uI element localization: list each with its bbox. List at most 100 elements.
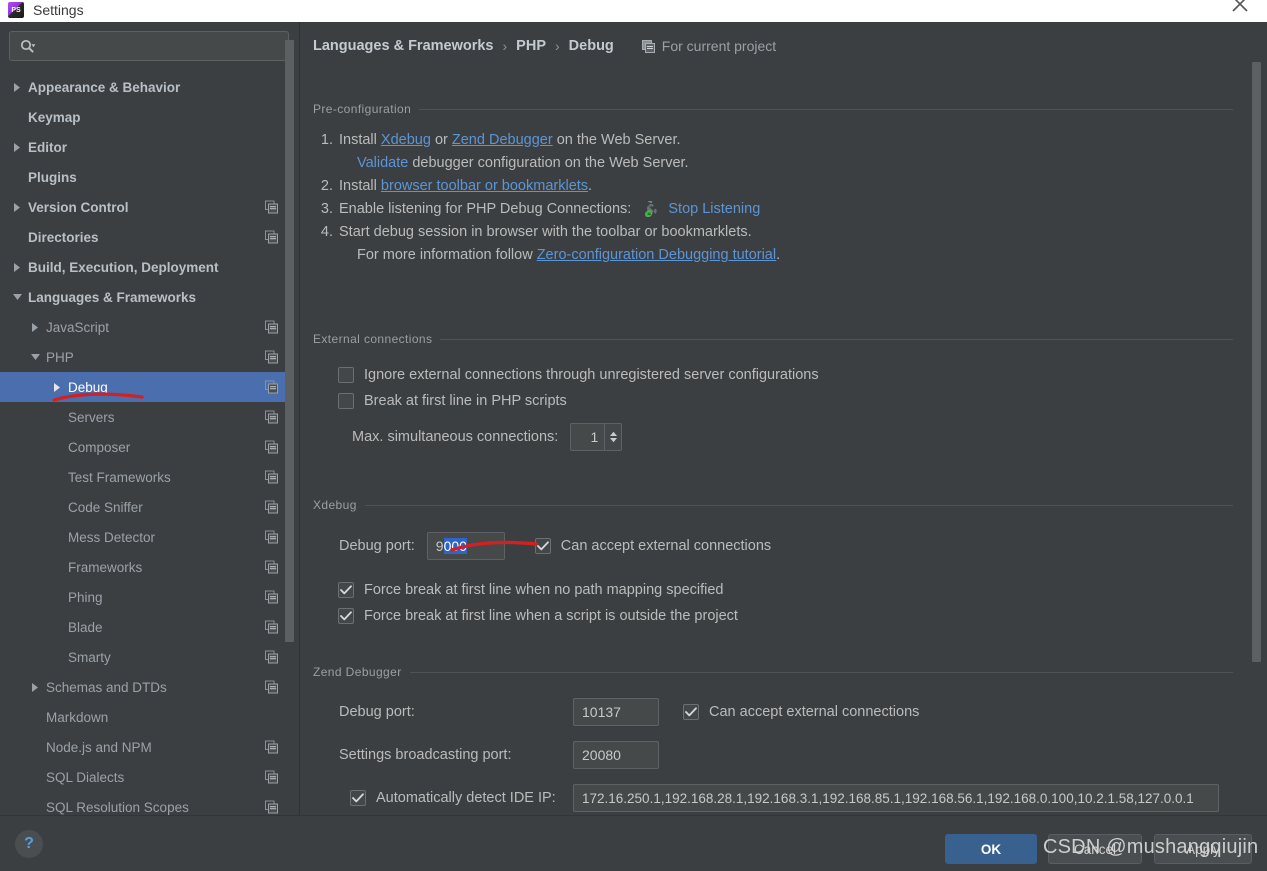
zend-ide-ip-input[interactable]: 172.16.250.1,192.168.28.1,192.168.3.1,19… [573, 784, 1219, 812]
sidebar-item-directories[interactable]: Directories [0, 222, 288, 252]
zend-port-input[interactable]: 10137 [573, 698, 659, 726]
xdebug-link[interactable]: Xdebug [381, 132, 431, 148]
copy-icon [265, 770, 278, 784]
settings-tree[interactable]: Appearance & Behavior Keymap Editor Plugins… [0, 72, 288, 815]
sidebar-scrollbar-thumb[interactable] [285, 40, 294, 642]
stepper-buttons[interactable] [604, 423, 623, 451]
ignore-external-connections-checkbox[interactable] [338, 367, 354, 383]
xdebug-force-nopath-checkbox[interactable] [338, 582, 354, 598]
step2-install-text: Install [339, 178, 377, 194]
sidebar-item-test-frameworks[interactable]: Test Frameworks [0, 462, 288, 492]
zend-debugger-link[interactable]: Zend Debugger [452, 132, 553, 148]
zend-autodetect-checkbox[interactable] [350, 790, 366, 806]
settings-window: PS Settings Appearance & Behavior Keymap… [0, 0, 1267, 871]
main-scrollbar-thumb[interactable] [1252, 62, 1261, 662]
chevron-right-icon[interactable] [10, 140, 24, 154]
sidebar-item-version-control[interactable]: Version Control [0, 192, 288, 222]
sidebar-item-label: Plugins [28, 169, 77, 185]
breadcrumb-segment-2[interactable]: Debug [569, 38, 614, 54]
xdebug-force-outside-row[interactable]: Force break at first line when a script … [338, 608, 1233, 624]
project-scope: For current project [641, 38, 776, 54]
sidebar-item-composer[interactable]: Composer [0, 432, 288, 462]
validate-link[interactable]: Validate [357, 155, 408, 171]
xdebug-force-outside-label: Force break at first line when a script … [364, 608, 738, 624]
sidebar-item-build-execution-deployment[interactable]: Build, Execution, Deployment [0, 252, 288, 282]
sidebar-item-markdown[interactable]: Markdown [0, 702, 288, 732]
sidebar-item-label: Schemas and DTDs [46, 679, 167, 695]
sidebar-item-plugins[interactable]: Plugins [0, 162, 288, 192]
sidebar-item-label: Frameworks [68, 559, 143, 575]
stop-listening-link[interactable]: Stop Listening [668, 201, 760, 217]
sidebar-item-appearance-behavior[interactable]: Appearance & Behavior [0, 72, 288, 102]
sidebar-item-sql-dialects[interactable]: SQL Dialects [0, 762, 288, 792]
search-area [0, 22, 299, 61]
chevron-down-icon[interactable] [10, 290, 24, 304]
sidebar-item-label: Mess Detector [68, 529, 156, 545]
chevron-right-icon[interactable] [10, 260, 24, 274]
stop-listening-control[interactable]: Stop Listening [645, 201, 760, 218]
sidebar-item-languages-frameworks[interactable]: Languages & Frameworks [0, 282, 288, 312]
xdebug-force-nopath-row[interactable]: Force break at first line when no path m… [338, 582, 1233, 598]
breadcrumb-segment-1[interactable]: PHP [516, 38, 546, 54]
sidebar-item-keymap[interactable]: Keymap [0, 102, 288, 132]
sidebar-item-debug[interactable]: Debug [0, 372, 288, 402]
ignore-external-connections-row[interactable]: Ignore external connections through unre… [338, 367, 1233, 383]
csdn-watermark: CSDN @mushangqiujin [1043, 836, 1259, 858]
search-input[interactable] [37, 38, 288, 54]
sidebar-item-frameworks[interactable]: Frameworks [0, 552, 288, 582]
sidebar-item-servers[interactable]: Servers [0, 402, 288, 432]
zend-broadcast-input[interactable]: 20080 [573, 741, 659, 769]
sidebar-item-php[interactable]: PHP [0, 342, 288, 372]
sidebar-scrollbar[interactable] [284, 22, 295, 815]
sidebar-item-code-sniffer[interactable]: Code Sniffer [0, 492, 288, 522]
chevron-right-icon[interactable] [10, 200, 24, 214]
xdebug-accept-checkbox[interactable] [534, 538, 551, 554]
help-button[interactable]: ? [15, 830, 43, 858]
chevron-right-icon[interactable] [28, 680, 42, 694]
chevron-right-icon[interactable] [50, 380, 64, 394]
browser-toolbar-link[interactable]: browser toolbar or bookmarklets [381, 178, 588, 194]
zero-config-tutorial-link[interactable]: Zero-configuration Debugging tutorial [537, 247, 776, 263]
sidebar-item-node-js-and-npm[interactable]: Node.js and NPM [0, 732, 288, 762]
stepper-down-icon[interactable] [609, 437, 618, 443]
copy-icon [265, 530, 278, 544]
search-box[interactable] [9, 31, 289, 61]
ok-button[interactable]: OK [945, 834, 1037, 864]
sidebar-item-sql-resolution-scopes[interactable]: SQL Resolution Scopes [0, 792, 288, 815]
sidebar-item-schemas-and-dtds[interactable]: Schemas and DTDs [0, 672, 288, 702]
copy-icon [265, 320, 278, 334]
sidebar-item-mess-detector[interactable]: Mess Detector [0, 522, 288, 552]
xdebug-accept-row[interactable]: Can accept external connections [534, 538, 771, 554]
chevron-right-icon[interactable] [28, 320, 42, 334]
zend-accept-row[interactable]: Can accept external connections [683, 704, 919, 720]
sidebar-item-editor[interactable]: Editor [0, 132, 288, 162]
section-title: Zend Debugger [313, 665, 402, 679]
max-connections-value[interactable]: 1 [570, 423, 605, 451]
zend-accept-checkbox[interactable] [683, 704, 699, 720]
xdebug-port-input[interactable]: 9 000 [426, 532, 505, 560]
sidebar-item-smarty[interactable]: Smarty [0, 642, 288, 672]
step-number: 2. [320, 178, 333, 194]
zend-port-label: Debug port: [339, 704, 415, 720]
copy-icon [265, 350, 278, 364]
break-first-line-row[interactable]: Break at first line in PHP scripts [338, 393, 1233, 409]
chevron-down-icon[interactable] [28, 350, 42, 364]
sidebar-item-blade[interactable]: Blade [0, 612, 288, 642]
xdebug-port-value-selected: 000 [443, 538, 467, 554]
phpstorm-icon: PS [8, 2, 24, 18]
breadcrumb-segment-0[interactable]: Languages & Frameworks [313, 38, 494, 54]
max-connections-stepper[interactable]: 1 [570, 423, 623, 451]
sidebar-item-phing[interactable]: Phing [0, 582, 288, 612]
xdebug-force-outside-checkbox[interactable] [338, 608, 354, 624]
sidebar-item-label: Smarty [68, 649, 111, 665]
sidebar-item-label: Test Frameworks [68, 469, 171, 485]
sidebar-item-label: Code Sniffer [68, 499, 143, 515]
zend-autodetect-checkbox-row[interactable]: Automatically detect IDE IP: [350, 790, 573, 806]
sidebar-item-label: Phing [68, 589, 103, 605]
chevron-right-icon[interactable] [10, 80, 24, 94]
sidebar-item-javascript[interactable]: JavaScript [0, 312, 288, 342]
break-first-line-checkbox[interactable] [338, 393, 354, 409]
close-icon[interactable] [1227, 0, 1253, 17]
